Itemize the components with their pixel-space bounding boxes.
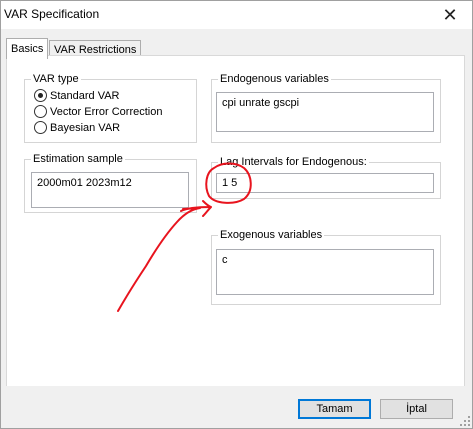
radio-bayesian-var[interactable]: Bayesian VAR [34, 121, 120, 134]
radio-vector-error-correction-label: Vector Error Correction [50, 105, 163, 118]
radio-vector-error-correction[interactable]: Vector Error Correction [34, 105, 162, 118]
estimation-sample-label: Estimation sample [31, 153, 125, 165]
radio-bayesian-var-label: Bayesian VAR [50, 121, 121, 134]
endogenous-value: cpi unrate gscpi [222, 97, 300, 109]
radio-circle-unchecked [34, 105, 47, 118]
exogenous-value: c [222, 254, 228, 266]
cancel-button-label: İptal [406, 403, 427, 415]
lag-intervals-label: Lag Intervals for Endogenous: [218, 156, 369, 168]
basics-tab-panel: VAR type Standard VAR Vector Error Corre… [6, 55, 465, 388]
exogenous-input[interactable]: c [216, 249, 434, 295]
estimation-sample-value: 2000m01 2023m12 [37, 177, 132, 189]
endogenous-input[interactable]: cpi unrate gscpi [216, 92, 434, 132]
exogenous-label: Exogenous variables [218, 229, 325, 241]
close-button[interactable]: ✕ [432, 3, 468, 27]
exogenous-group: Exogenous variables c [211, 229, 441, 305]
radio-standard-var-label: Standard VAR [50, 89, 120, 102]
tab-var-restrictions-label: VAR Restrictions [54, 43, 137, 56]
var-type-label: VAR type [31, 73, 81, 85]
ok-button-label: Tamam [316, 403, 353, 415]
endogenous-group: Endogenous variables cpi unrate gscpi [211, 73, 441, 143]
window-title: VAR Specification [4, 7, 100, 21]
ok-button[interactable]: Tamam [298, 399, 371, 419]
radio-circle-checked [34, 89, 47, 102]
lag-intervals-group: Lag Intervals for Endogenous: 1 5 [211, 156, 441, 199]
tab-basics[interactable]: Basics [6, 38, 49, 59]
tab-basics-label: Basics [11, 43, 44, 55]
var-specification-dialog: VAR Specification ✕ Basics VAR Restricti… [0, 0, 473, 429]
endogenous-label: Endogenous variables [218, 73, 331, 85]
estimation-sample-group: Estimation sample 2000m01 2023m12 [24, 153, 197, 213]
title-bar: VAR Specification ✕ [1, 1, 472, 29]
estimation-sample-input[interactable]: 2000m01 2023m12 [31, 172, 189, 208]
lag-intervals-value: 1 5 [222, 177, 238, 189]
radio-standard-var[interactable]: Standard VAR [34, 89, 120, 102]
close-icon: ✕ [442, 4, 458, 25]
var-type-group: VAR type Standard VAR Vector Error Corre… [24, 73, 197, 143]
resize-grip-icon[interactable] [459, 415, 471, 427]
radio-circle-unchecked [34, 121, 47, 134]
cancel-button[interactable]: İptal [380, 399, 453, 419]
button-bar: Tamam İptal [1, 386, 472, 428]
lag-intervals-input[interactable]: 1 5 [216, 173, 434, 193]
